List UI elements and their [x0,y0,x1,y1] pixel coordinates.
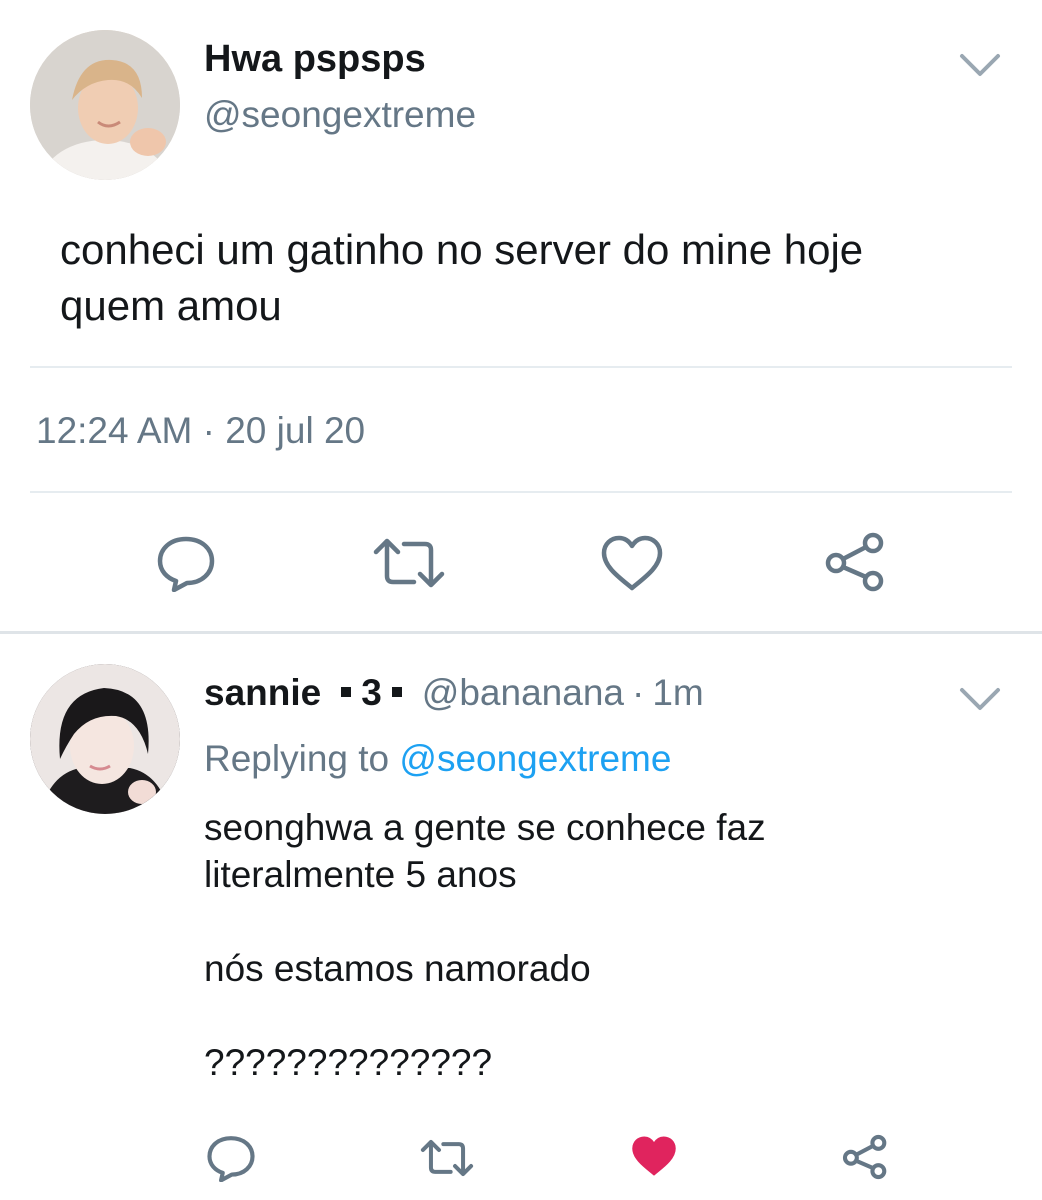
share-button[interactable] [842,1134,888,1180]
chevron-down-icon[interactable] [958,684,1002,714]
retweet-icon [373,538,445,588]
tweet-separator [0,631,1042,634]
mention-link[interactable]: @seongextreme [399,738,671,779]
share-button[interactable] [824,532,886,592]
tweet-text-line: quem amou [60,282,282,329]
like-button[interactable] [630,1134,678,1178]
reply-button[interactable] [156,534,216,592]
reply-text-line: nós estamos namorado [204,948,591,989]
square-emoji-icon [391,687,402,697]
reply-text-line [204,992,984,1039]
reply-author-handle[interactable]: @bananana [422,672,624,714]
retweet-button[interactable] [420,1138,474,1178]
reply-header: sannie 3 @bananana · 1m [204,672,704,714]
tweet-timestamp[interactable]: 12:24 AM · 20 jul 20 [36,410,365,452]
share-icon [825,532,884,592]
like-button[interactable] [600,534,664,592]
reply-author-avatar[interactable] [30,664,180,814]
divider [30,366,1012,368]
reply-button[interactable] [206,1134,256,1182]
reply-text-line [204,898,984,945]
reply-text-line: literalmente 5 anos [204,854,517,895]
separator-dot: · [631,672,645,713]
name-badge: 3 [361,672,382,713]
replying-to: Replying to @seongextreme [204,738,671,780]
tweet-text-line: conheci um gatinho no server do mine hoj… [60,226,864,273]
heart-filled-icon [632,1136,676,1176]
reply-time[interactable]: 1m [652,672,703,714]
share-icon [842,1134,887,1180]
retweet-button[interactable] [372,536,446,590]
square-emoji-icon [341,687,352,697]
divider [30,491,1012,493]
author-display-name[interactable]: Hwa pspsps [204,38,426,81]
avatar-photo [30,664,180,814]
comment-icon [157,536,215,592]
chevron-down-icon[interactable] [958,50,1002,80]
author-avatar[interactable] [30,30,180,180]
tweet-text: conheci um gatinho no server do mine hoj… [60,222,1000,334]
reply-author-display-name[interactable]: sannie [204,672,321,714]
heart-outline-icon [601,535,663,591]
reply-text: seonghwa a gente se conhece faz literalm… [204,804,984,1086]
author-handle[interactable]: @seongextreme [204,94,476,136]
reply-text-line: seonghwa a gente se conhece faz [204,807,766,848]
avatar-photo [30,30,180,180]
comment-icon [207,1136,255,1182]
replying-prefix: Replying to [204,738,390,779]
retweet-icon [420,1139,474,1177]
reply-text-line: ?????????????? [204,1042,493,1083]
